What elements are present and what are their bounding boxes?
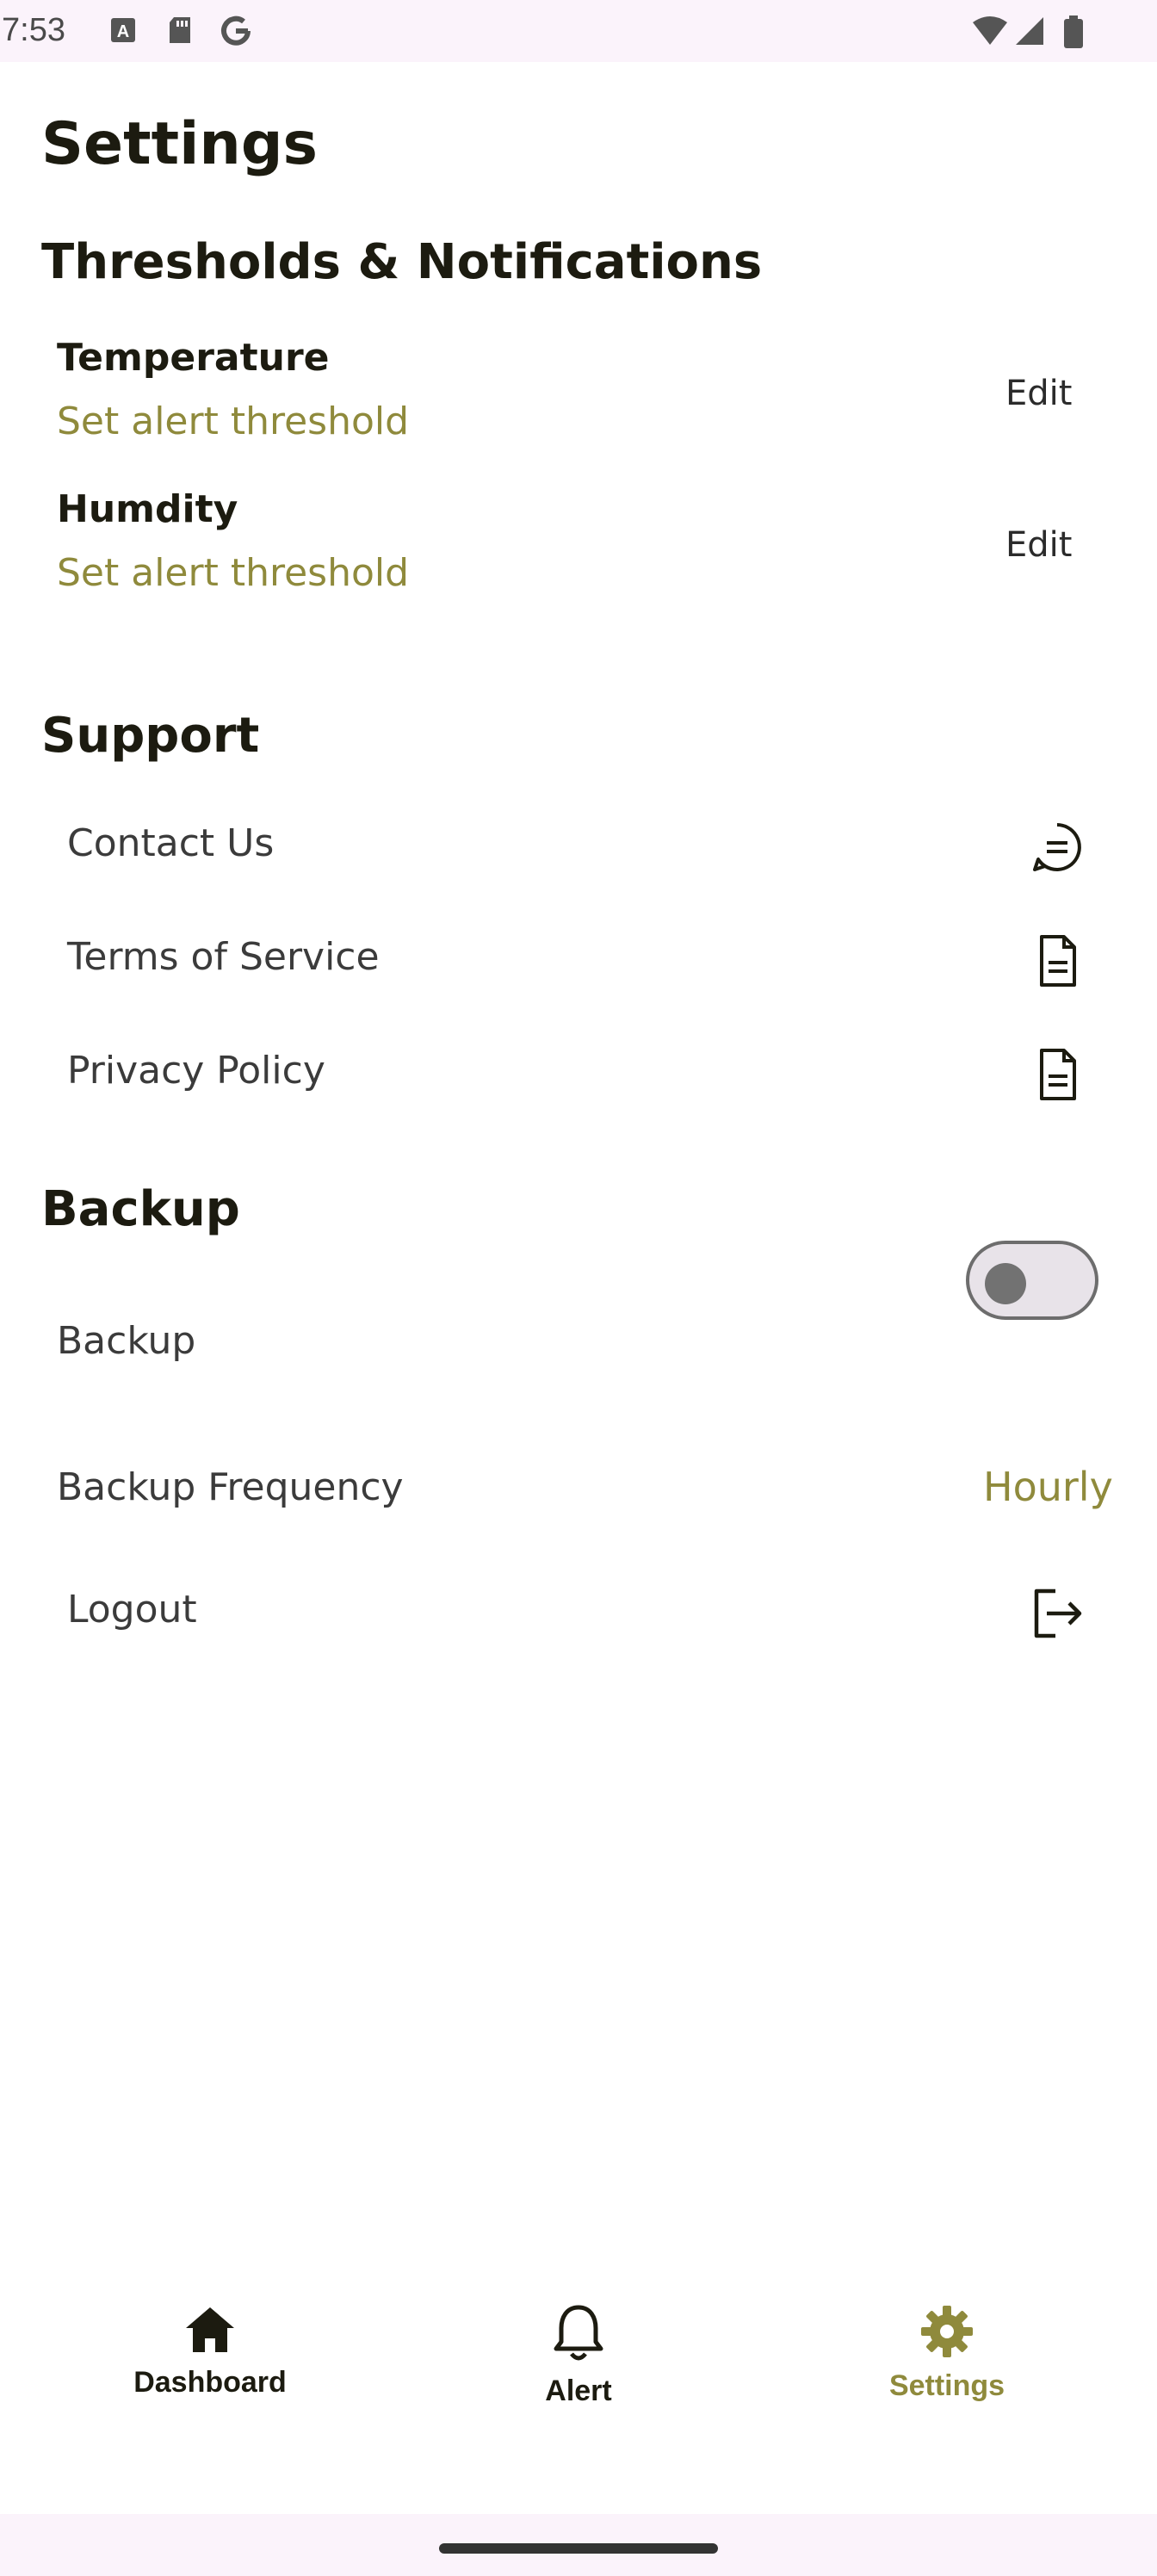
gesture-area — [0, 2514, 1157, 2576]
signal-icon — [1014, 15, 1045, 50]
support-item-label: Terms of Service — [67, 935, 380, 979]
thresholds-heading: Thresholds & Notifications — [41, 234, 763, 290]
nav-label: Alert — [545, 2375, 612, 2407]
nav-label: Settings — [888, 2369, 1005, 2402]
backup-frequency-value[interactable]: Hourly — [983, 1464, 1113, 1510]
backup-frequency-label: Backup Frequency — [57, 1465, 404, 1509]
threshold-subtitle: Set alert threshold — [57, 399, 410, 443]
gear-icon — [919, 2306, 974, 2362]
logout-icon — [1030, 1586, 1085, 1641]
sd-card-icon — [167, 15, 193, 48]
support-heading: Support — [41, 708, 260, 764]
nav-label: Dashboard — [133, 2366, 287, 2399]
text-a-icon: A — [110, 15, 136, 48]
bell-icon — [551, 2305, 606, 2368]
backup-toggle[interactable] — [966, 1241, 1098, 1320]
chat-icon — [1030, 820, 1085, 875]
backup-heading: Backup — [41, 1181, 240, 1237]
page-title: Settings — [41, 110, 318, 178]
battery-icon — [1064, 15, 1083, 52]
nav-item-settings[interactable]: Settings — [809, 2304, 1085, 2403]
document-icon — [1030, 933, 1085, 988]
threshold-subtitle: Set alert threshold — [57, 551, 410, 595]
support-item-label: Contact Us — [67, 821, 275, 865]
gesture-bar[interactable] — [439, 2543, 718, 2554]
edit-humidity-button[interactable]: Edit — [1005, 525, 1072, 565]
google-icon — [220, 15, 251, 50]
threshold-title: Temperature — [57, 336, 330, 380]
backup-toggle-label: Backup — [57, 1319, 196, 1363]
home-icon — [183, 2307, 238, 2359]
edit-temperature-button[interactable]: Edit — [1005, 374, 1072, 413]
document-icon — [1030, 1047, 1085, 1102]
nav-item-alert[interactable]: Alert — [441, 2304, 716, 2408]
threshold-title: Humdity — [57, 487, 238, 531]
logout-label: Logout — [67, 1588, 197, 1632]
svg-text:A: A — [117, 22, 129, 41]
support-item-label: Privacy Policy — [67, 1049, 325, 1093]
bottom-nav: Dashboard Alert Settings — [0, 2256, 1157, 2514]
toggle-knob — [985, 1263, 1026, 1304]
wifi-icon — [971, 15, 1009, 50]
status-bar: 7:53 A — [0, 0, 1157, 62]
status-time: 7:53 — [2, 12, 65, 48]
nav-item-dashboard[interactable]: Dashboard — [72, 2304, 348, 2400]
